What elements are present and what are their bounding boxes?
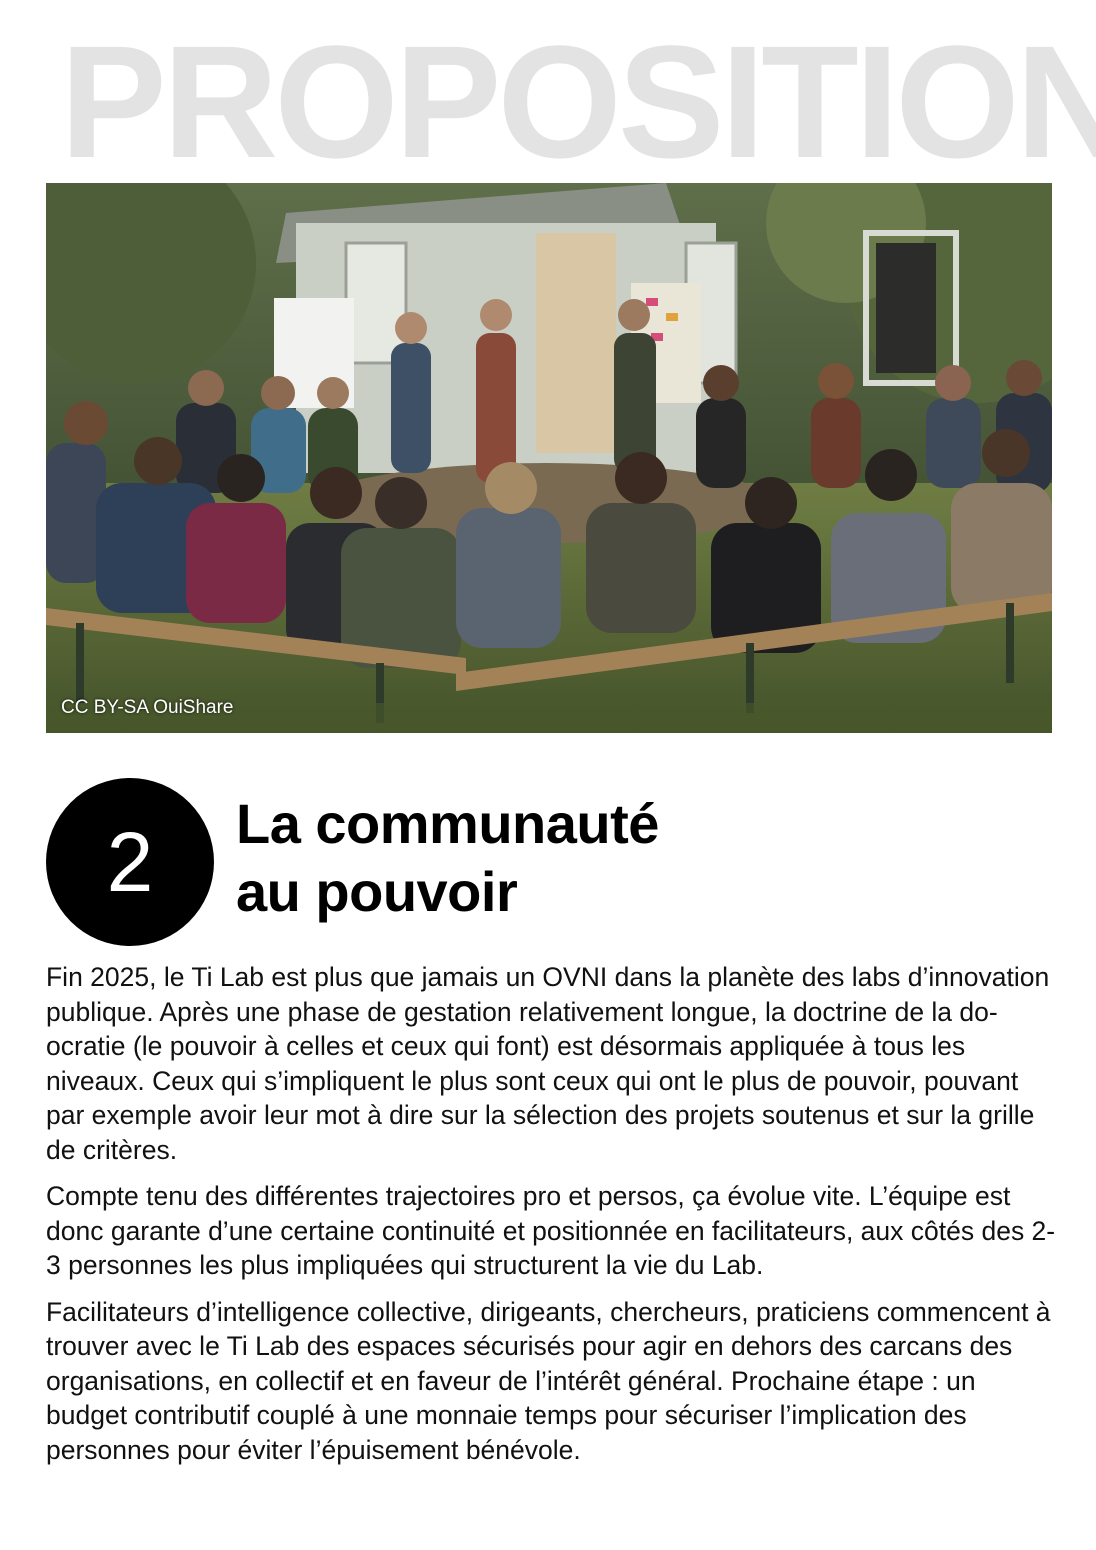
- watermark-title: PROPOSITION: [60, 12, 1096, 191]
- workshop-photo: CC BY-SA OuiShare: [46, 183, 1052, 733]
- workshop-photo-illustration: [46, 183, 1052, 733]
- section-title: La communauté au pouvoir: [236, 790, 659, 926]
- paragraph: Facilitateurs d’intelligence collective,…: [46, 1296, 1051, 1465]
- paragraph: Fin 2025, le Ti Lab est plus que jamais …: [46, 962, 1050, 1165]
- paragraph: Compte tenu des différentes trajectoires…: [46, 1181, 1056, 1280]
- section-title-line2: au pouvoir: [236, 860, 518, 923]
- section-title-line1: La communauté: [236, 792, 659, 855]
- body-text: Fin 2025, le Ti Lab est plus que jamais …: [46, 960, 1056, 1479]
- photo-credit: CC BY-SA OuiShare: [61, 697, 234, 718]
- section-number-badge: 2: [46, 778, 214, 946]
